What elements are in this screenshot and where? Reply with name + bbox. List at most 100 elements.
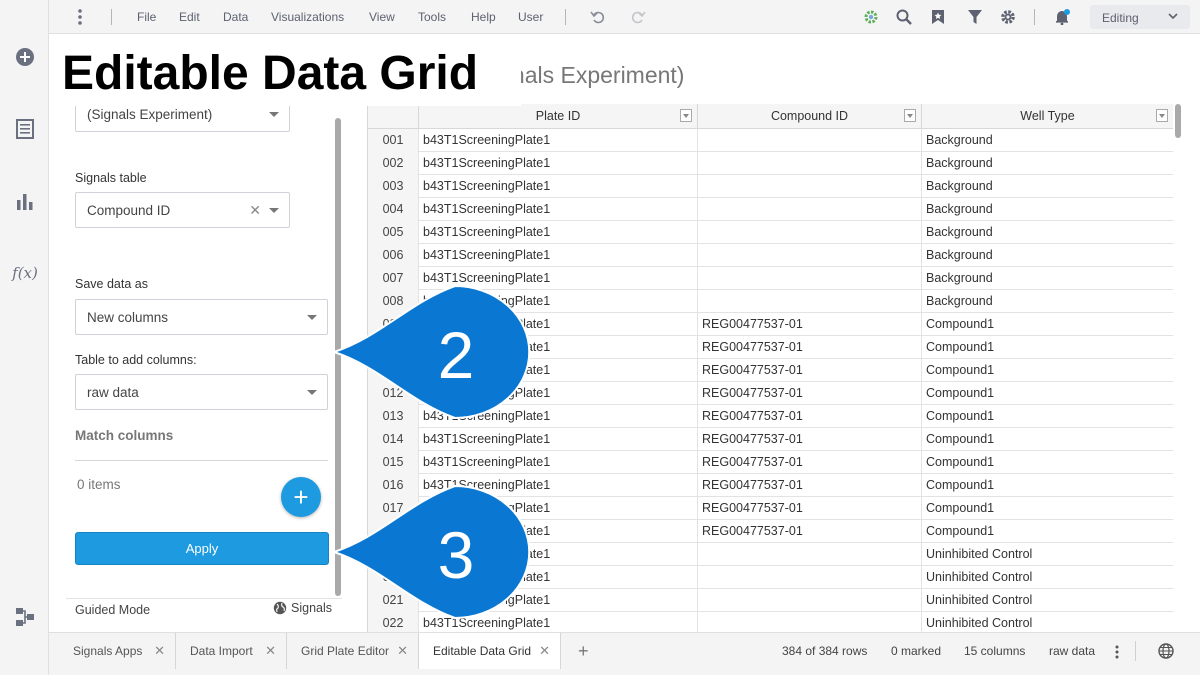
function-icon[interactable]: f(x) [12,260,38,286]
close-icon[interactable]: ✕ [154,633,165,669]
compound-id-cell[interactable]: REG00477537-01 [698,405,922,428]
compound-id-cell[interactable] [698,198,922,221]
compound-id-cell[interactable]: REG00477537-01 [698,474,922,497]
menu-help[interactable]: Help [471,10,496,24]
add-tab-icon[interactable]: + [578,641,589,662]
gear-icon[interactable] [999,8,1017,26]
close-icon[interactable]: ✕ [539,633,550,669]
well-type-cell[interactable]: Compound1 [922,428,1173,451]
kebab-menu-icon[interactable] [1115,645,1119,659]
globe-icon[interactable] [1158,643,1174,659]
compound-id-cell[interactable] [698,290,922,313]
well-type-cell[interactable]: Background [922,244,1173,267]
save-data-as-select[interactable]: New columns [75,299,328,335]
grid-scrollbar[interactable] [1175,104,1181,138]
row-number-cell[interactable]: 014 [368,428,419,451]
row-number-cell[interactable]: 015 [368,451,419,474]
compound-id-cell[interactable] [698,244,922,267]
compound-id-cell[interactable] [698,129,922,152]
column-header-well-type[interactable]: Well Type [922,104,1173,129]
guided-mode-link[interactable]: Guided Mode [75,603,150,617]
table-row[interactable]: 002 b43T1ScreeningPlate1 Background [368,152,1173,175]
row-number-cell[interactable]: 002 [368,152,419,175]
menu-view[interactable]: View [369,10,395,24]
compound-id-cell[interactable] [698,612,922,632]
compound-id-cell[interactable]: REG00477537-01 [698,336,922,359]
well-type-cell[interactable]: Compound1 [922,313,1173,336]
gear-colored-icon[interactable] [862,8,880,26]
compound-id-cell[interactable] [698,267,922,290]
menu-tools[interactable]: Tools [418,10,446,24]
table-row[interactable]: 001 b43T1ScreeningPlate1 Background [368,129,1173,152]
plate-id-cell[interactable]: b43T1ScreeningPlate1 [419,198,698,221]
compound-id-cell[interactable] [698,589,922,612]
well-type-cell[interactable]: Background [922,129,1173,152]
tab-data-import[interactable]: Data Import ✕ [176,633,287,669]
plate-id-cell[interactable]: b43T1ScreeningPlate1 [419,129,698,152]
plate-id-cell[interactable]: b43T1ScreeningPlate1 [419,428,698,451]
active-table-status[interactable]: raw data [1049,644,1095,658]
row-number-cell[interactable]: 003 [368,175,419,198]
table-row[interactable]: 003 b43T1ScreeningPlate1 Background [368,175,1173,198]
row-number-cell[interactable]: 006 [368,244,419,267]
column-header-compound-id[interactable]: Compound ID [698,104,922,129]
undo-icon[interactable] [589,8,607,26]
well-type-cell[interactable]: Compound1 [922,497,1173,520]
hierarchy-icon[interactable] [12,604,38,630]
well-type-cell[interactable]: Background [922,152,1173,175]
menu-user[interactable]: User [518,10,543,24]
menu-file[interactable]: File [137,10,156,24]
table-to-add-select[interactable]: raw data [75,374,328,410]
well-type-cell[interactable]: Compound1 [922,520,1173,543]
table-icon[interactable] [12,116,38,142]
signals-table-select[interactable]: Compound ID ✕ [75,192,290,228]
well-type-cell[interactable]: Compound1 [922,451,1173,474]
compound-id-cell[interactable]: REG00477537-01 [698,313,922,336]
mode-select[interactable]: Editing [1090,5,1190,29]
table-row[interactable]: 006 b43T1ScreeningPlate1 Background [368,244,1173,267]
well-type-cell[interactable]: Background [922,221,1173,244]
plate-id-cell[interactable]: b43T1ScreeningPlate1 [419,244,698,267]
plate-id-cell[interactable]: b43T1ScreeningPlate1 [419,175,698,198]
add-match-button[interactable]: + [281,477,321,517]
notification-bell-icon[interactable] [1053,8,1071,26]
well-type-cell[interactable]: Uninhibited Control [922,566,1173,589]
apply-button[interactable]: Apply [75,532,329,565]
compound-id-cell[interactable] [698,566,922,589]
well-type-cell[interactable]: Compound1 [922,382,1173,405]
column-menu-icon[interactable] [680,109,692,122]
bookmark-star-icon[interactable] [929,8,947,26]
compound-id-cell[interactable] [698,221,922,244]
row-number-cell[interactable]: 004 [368,198,419,221]
well-type-cell[interactable]: Uninhibited Control [922,543,1173,566]
well-type-cell[interactable]: Compound1 [922,405,1173,428]
filter-icon[interactable] [966,8,984,26]
compound-id-cell[interactable]: REG00477537-01 [698,382,922,405]
well-type-cell[interactable]: Uninhibited Control [922,589,1173,612]
well-type-cell[interactable]: Background [922,267,1173,290]
plate-id-cell[interactable]: b43T1ScreeningPlate1 [419,152,698,175]
kebab-menu-icon[interactable] [75,8,85,26]
tab-grid-plate-editor[interactable]: Grid Plate Editor ✕ [287,633,419,669]
plate-id-cell[interactable]: b43T1ScreeningPlate1 [419,451,698,474]
bar-chart-icon[interactable] [12,188,38,214]
compound-id-cell[interactable]: REG00477537-01 [698,451,922,474]
compound-id-cell[interactable]: REG00477537-01 [698,520,922,543]
compound-id-cell[interactable]: REG00477537-01 [698,428,922,451]
redo-icon[interactable] [629,8,647,26]
well-type-cell[interactable]: Compound1 [922,474,1173,497]
well-type-cell[interactable]: Background [922,175,1173,198]
table-row[interactable]: 004 b43T1ScreeningPlate1 Background [368,198,1173,221]
signals-link[interactable]: Signals [273,601,332,615]
well-type-cell[interactable]: Uninhibited Control [922,612,1173,632]
column-menu-icon[interactable] [1156,109,1168,122]
menu-data[interactable]: Data [223,10,248,24]
menu-edit[interactable]: Edit [179,10,200,24]
column-header-plate-id[interactable]: Plate ID [419,104,698,129]
compound-id-cell[interactable] [698,175,922,198]
tab-signals-apps[interactable]: Signals Apps ✕ [59,633,176,669]
compound-id-cell[interactable]: REG00477537-01 [698,497,922,520]
compound-id-cell[interactable]: REG00477537-01 [698,359,922,382]
well-type-cell[interactable]: Compound1 [922,336,1173,359]
menu-visualizations[interactable]: Visualizations [271,10,344,24]
